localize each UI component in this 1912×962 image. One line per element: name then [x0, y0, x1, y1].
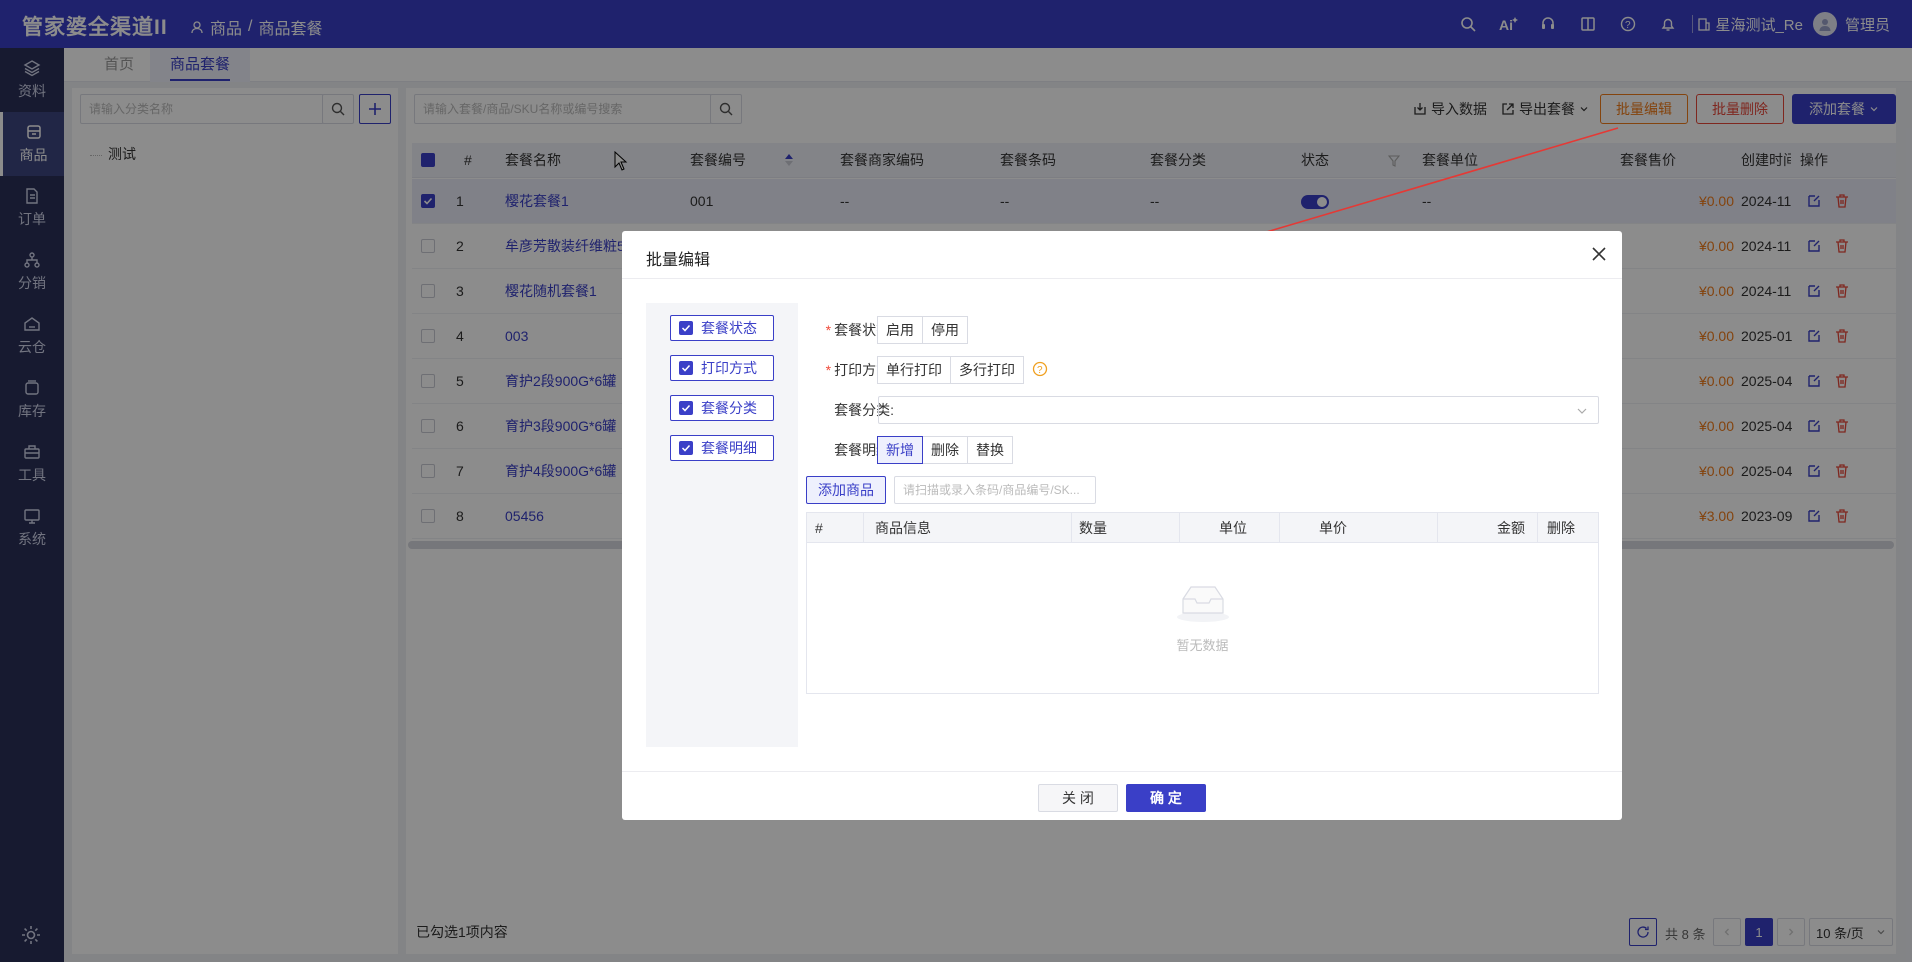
- required-mark: *: [825, 362, 832, 378]
- category-select[interactable]: [878, 396, 1599, 424]
- check-category[interactable]: 套餐分类: [670, 395, 774, 421]
- column-divider: [1437, 513, 1438, 543]
- svg-text:?: ?: [1037, 365, 1043, 376]
- required-mark: *: [825, 322, 832, 338]
- checkbox-checked-icon: [679, 441, 693, 455]
- confirm-button[interactable]: 确 定: [1126, 784, 1206, 812]
- detail-delete-option[interactable]: 删除: [922, 436, 968, 464]
- field-selector-panel: 套餐状态 打印方式 套餐分类 套餐明细: [646, 303, 798, 747]
- dialog-footer: 关 闭 确 定: [622, 771, 1622, 820]
- column-divider: [863, 513, 864, 543]
- goods-table: # 商品信息 数量 单位 单价 金额 删除 暂无数据: [806, 512, 1599, 694]
- check-status-label: 套餐状态: [701, 320, 757, 336]
- goods-col-amount: 金额: [1497, 520, 1525, 536]
- status-segmented: 启用 停用: [877, 316, 968, 344]
- column-divider: [1537, 513, 1538, 543]
- checkbox-checked-icon: [679, 321, 693, 335]
- close-icon[interactable]: [1590, 245, 1608, 263]
- goods-col-delete: 删除: [1547, 520, 1575, 536]
- print-single-option[interactable]: 单行打印: [877, 356, 951, 384]
- goods-col-index: #: [815, 520, 823, 536]
- check-print[interactable]: 打印方式: [670, 355, 774, 381]
- goods-col-info: 商品信息: [875, 520, 931, 536]
- checkbox-checked-icon: [679, 401, 693, 415]
- dialog-header: 批量编辑: [622, 231, 1622, 279]
- column-divider: [1071, 513, 1072, 543]
- goods-col-unit: 单位: [1219, 520, 1247, 536]
- goods-scan-input[interactable]: 请扫描或录入条码/商品编号/SK...: [894, 476, 1096, 504]
- print-multi-option[interactable]: 多行打印: [950, 356, 1024, 384]
- close-button[interactable]: 关 闭: [1038, 784, 1118, 812]
- goods-col-qty: 数量: [1079, 520, 1107, 536]
- check-print-label: 打印方式: [701, 360, 757, 376]
- detail-replace-option[interactable]: 替换: [967, 436, 1013, 464]
- help-icon[interactable]: ?: [1032, 361, 1048, 377]
- dialog-title: 批量编辑: [646, 252, 711, 269]
- goods-table-header: # 商品信息 数量 单位 单价 金额 删除: [807, 513, 1598, 543]
- empty-text: 暂无数据: [1176, 638, 1229, 653]
- print-segmented: 单行打印 多行打印: [877, 356, 1024, 384]
- check-detail[interactable]: 套餐明细: [670, 435, 774, 461]
- add-goods-button[interactable]: 添加商品: [806, 476, 886, 504]
- column-divider: [1279, 513, 1280, 543]
- column-divider: [1179, 513, 1180, 543]
- check-detail-label: 套餐明细: [701, 440, 757, 456]
- detail-add-option[interactable]: 新增: [877, 436, 923, 464]
- check-category-label: 套餐分类: [701, 400, 757, 416]
- check-status[interactable]: 套餐状态: [670, 315, 774, 341]
- checkbox-checked-icon: [679, 361, 693, 375]
- status-enable-option[interactable]: 启用: [877, 316, 923, 344]
- goods-col-price: 单价: [1319, 520, 1347, 536]
- detail-segmented: 新增 删除 替换: [877, 436, 1013, 464]
- empty-inbox-icon: [1175, 583, 1231, 623]
- batch-edit-dialog: 批量编辑 套餐状态 打印方式 套餐分类 套餐明细 * 套餐状态: 启用 停用 * 打…: [622, 231, 1622, 820]
- chevron-down-icon: [1576, 405, 1588, 417]
- status-disable-option[interactable]: 停用: [922, 316, 968, 344]
